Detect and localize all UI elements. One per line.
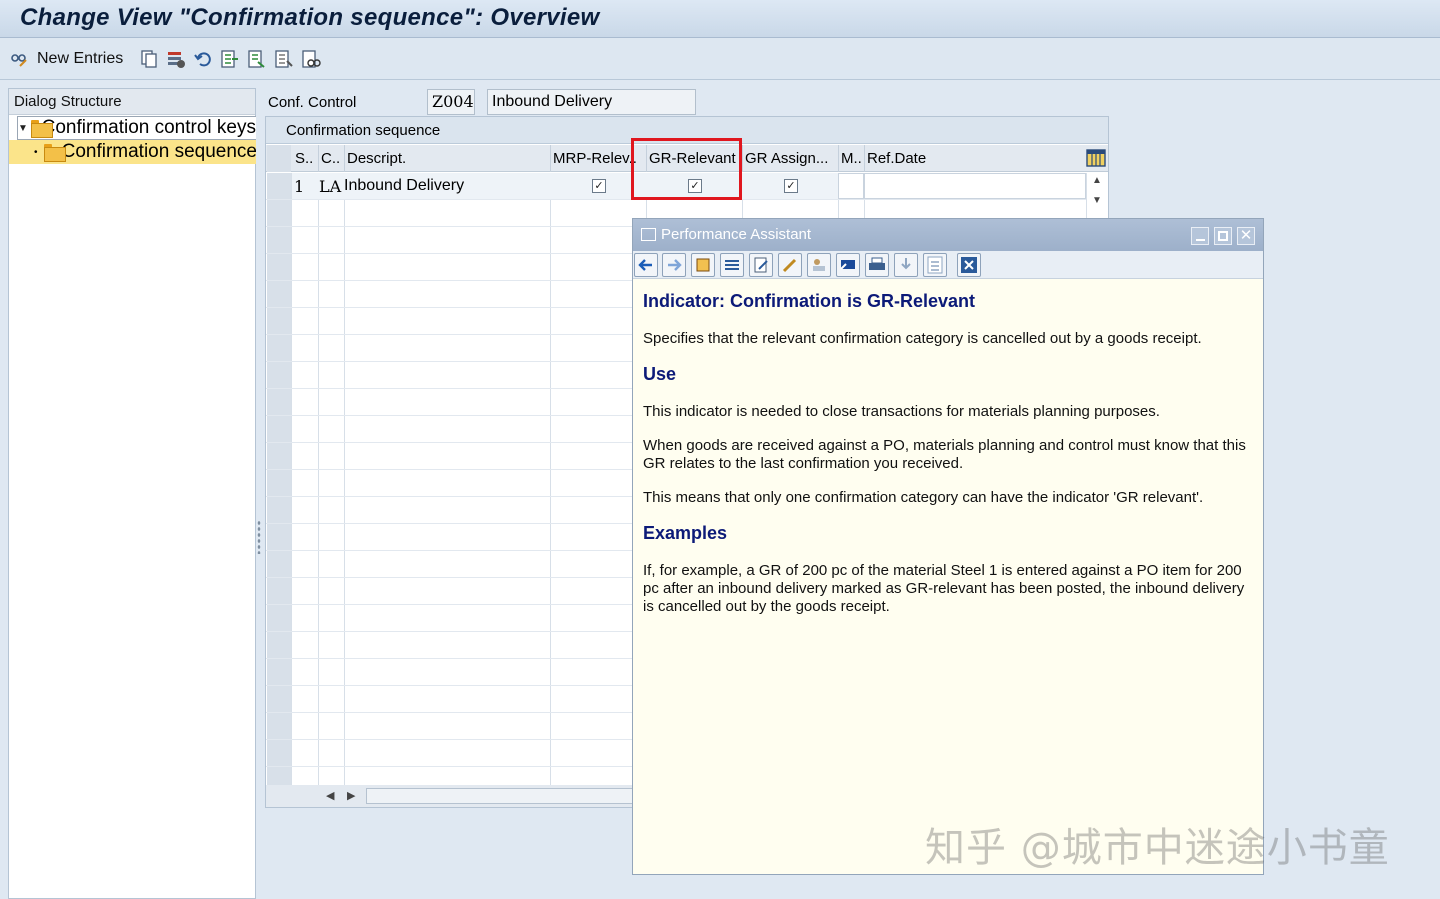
pa-toolbar [633, 251, 1263, 279]
scroll-down-icon[interactable]: ▼ [1092, 195, 1102, 206]
select-block-button[interactable] [247, 47, 267, 71]
dialog-structure-header: Dialog Structure [9, 89, 255, 115]
use-paragraph-1: This indicator is needed to close transa… [643, 403, 1160, 420]
mrp-relevant-checkbox[interactable]: ✓ [592, 179, 606, 193]
scroll-thumb[interactable] [366, 788, 636, 804]
pa-help-content: Indicator: Confirmation is GR-Relevant S… [643, 291, 1257, 632]
tree-item-label: Confirmation sequence [61, 141, 257, 162]
pencil-icon[interactable] [778, 253, 802, 277]
column-header-m[interactable]: M.. [838, 145, 864, 172]
watermark-text: 知乎 @城市中迷途小书童 [925, 825, 1390, 871]
performance-assistant-window: Performance Assistant ✕ Indicator: Confi… [632, 218, 1264, 875]
flag-icon[interactable] [836, 253, 860, 277]
conf-control-description: Inbound Delivery [487, 89, 696, 115]
undo-button[interactable] [193, 47, 213, 71]
help-book-icon[interactable] [691, 253, 715, 277]
copy-icon [141, 50, 157, 68]
examples-paragraph: If, for example, a GR of 200 pc of the m… [643, 562, 1245, 615]
folder-icon [30, 120, 53, 138]
bullet-icon: • [34, 146, 38, 158]
pane-splitter[interactable] [256, 88, 264, 899]
document-icon [641, 228, 656, 241]
tree-item-confirmation-control-keys[interactable]: ▼ Confirmation control keys [17, 116, 257, 140]
close-button[interactable]: ✕ [1237, 227, 1255, 245]
use-paragraph-3: This means that only one confirmation ca… [643, 489, 1204, 506]
undo-icon [194, 52, 211, 67]
select-all-button[interactable] [220, 47, 240, 71]
cell-category: LA [319, 177, 342, 196]
column-header-gr-assign[interactable]: GR Assign... [742, 145, 838, 172]
maximize-button[interactable] [1214, 227, 1232, 245]
ref-date-input-field[interactable] [864, 173, 1086, 199]
scroll-right-icon[interactable]: ▶ [347, 789, 355, 802]
minimize-button[interactable] [1191, 227, 1209, 245]
new-entries-label: New Entries [37, 50, 124, 67]
technical-info-icon[interactable] [720, 253, 744, 277]
select-all-icon [221, 50, 238, 68]
use-paragraph-2: When goods are received against a PO, ma… [643, 437, 1246, 472]
print-field-list-button[interactable] [301, 47, 321, 71]
forward-arrow-icon[interactable] [662, 253, 686, 277]
user-settings-icon[interactable] [807, 253, 831, 277]
select-all-rows-cell[interactable] [267, 145, 291, 172]
glasses-edit-icon [11, 54, 27, 67]
copy-as-button[interactable] [139, 47, 159, 71]
folder-open-icon [43, 144, 66, 162]
close-box-icon[interactable] [957, 253, 981, 277]
application-toolbar: New Entries [0, 38, 1440, 80]
gr-relevant-highlight-box [631, 138, 742, 200]
cell-seq: 1 [294, 177, 305, 196]
download-icon[interactable] [894, 253, 918, 277]
column-header-category[interactable]: C.. [318, 145, 344, 172]
title-bar: Change View "Confirmation sequence": Ove… [0, 0, 1440, 38]
help-heading: Indicator: Confirmation is GR-Relevant [643, 291, 976, 311]
scroll-left-icon[interactable]: ◀ [326, 789, 334, 802]
edit-icon[interactable] [749, 253, 773, 277]
new-entries-button[interactable]: New Entries [9, 47, 123, 71]
delete-rows-icon [168, 52, 185, 68]
gr-assign-checkbox[interactable]: ✓ [784, 179, 798, 193]
window-title: Change View "Confirmation sequence": Ove… [20, 4, 600, 31]
pa-title-bar[interactable]: Performance Assistant ✕ [633, 219, 1263, 251]
tree-item-label: Confirmation control keys [41, 117, 256, 138]
back-arrow-icon[interactable] [634, 253, 658, 277]
dialog-structure-pane: Dialog Structure ▼ Confirmation control … [8, 88, 257, 899]
column-header-ref-date[interactable]: Ref.Date [864, 145, 1064, 172]
print-icon[interactable] [865, 253, 889, 277]
column-header-seq[interactable]: S.. [292, 145, 318, 172]
cell-descript: Inbound Delivery [344, 177, 465, 194]
binoculars-icon [302, 50, 321, 68]
delete-button[interactable] [166, 47, 186, 71]
use-heading: Use [643, 364, 677, 384]
splitter-grip-icon[interactable] [257, 520, 261, 554]
expand-triangle-icon[interactable]: ▼ [18, 123, 28, 134]
table-settings-icon[interactable] [1086, 149, 1106, 167]
column-header-descript[interactable]: Descript. [344, 145, 550, 172]
m-input-field[interactable] [838, 173, 864, 199]
select-block-icon [248, 50, 265, 68]
vertical-scrollbar[interactable]: ▲ ▼ [1087, 173, 1107, 213]
deselect-all-button[interactable] [274, 47, 294, 71]
help-intro-text: Specifies that the relevant confirmation… [643, 330, 1202, 347]
examples-heading: Examples [643, 523, 728, 543]
deselect-all-icon [275, 50, 293, 68]
document-list-icon[interactable] [923, 253, 947, 277]
tree-item-confirmation-sequence[interactable]: • Confirmation sequence [9, 140, 257, 164]
row-selector-column[interactable] [267, 173, 291, 785]
conf-control-label: Conf. Control [268, 94, 357, 111]
scroll-up-icon[interactable]: ▲ [1092, 175, 1102, 186]
conf-control-field: Z004 [427, 89, 475, 115]
pa-title: Performance Assistant [661, 226, 812, 243]
